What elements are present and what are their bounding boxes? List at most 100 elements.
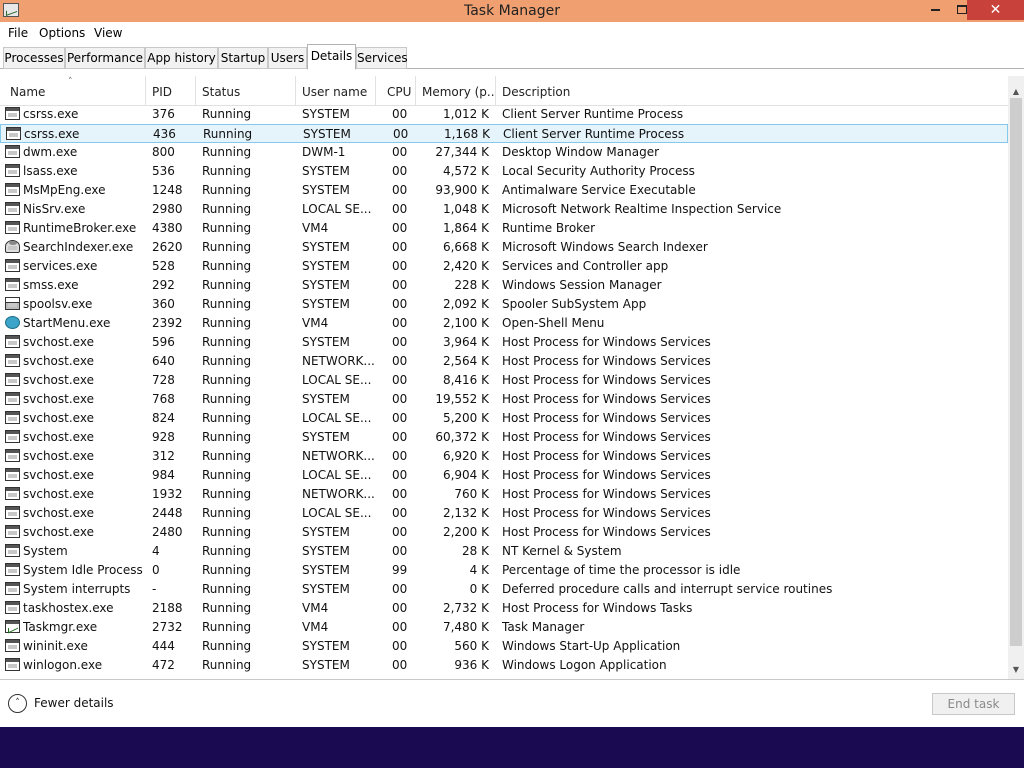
tab-processes[interactable]: Processes [3,47,65,69]
table-row[interactable]: svchost.exe 2448 Running LOCAL SE... 00 2,132… [0,504,1008,523]
process-memory: 936 K [454,658,489,672]
table-row[interactable]: System Idle Process 0 Running SYSTEM 99 4 K Pe… [0,561,1008,580]
process-name: svchost.exe [23,506,94,520]
process-memory: 228 K [454,278,489,292]
table-row[interactable]: System 4 Running SYSTEM 00 28 K NT Kernel & Sy… [0,542,1008,561]
table-row[interactable]: svchost.exe 928 Running SYSTEM 00 60,372 K Hos… [0,428,1008,447]
process-name: wininit.exe [23,639,88,653]
process-name: svchost.exe [23,373,94,387]
process-name: System [23,544,68,558]
process-description: Windows Logon Application [502,658,667,672]
table-row[interactable]: svchost.exe 312 Running NETWORK... 00 6,920 K… [0,447,1008,466]
column-header-cpu[interactable]: CPU [376,76,416,106]
table-row[interactable]: taskhostex.exe 2188 Running VM4 00 2,732 K Hos… [0,599,1008,618]
generic-icon [5,278,20,291]
column-header-pid[interactable]: PID [146,76,196,106]
process-pid: 2980 [152,202,183,216]
tab-startup[interactable]: Startup [218,47,268,69]
column-header-description[interactable]: Description [496,76,1008,106]
tab-performance[interactable]: Performance [65,47,145,69]
table-row[interactable]: MsMpEng.exe 1248 Running SYSTEM 00 93,900 K An… [0,181,1008,200]
table-row[interactable]: wininit.exe 444 Running SYSTEM 00 560 K Window… [0,637,1008,656]
table-row[interactable]: csrss.exe 436 Running SYSTEM 00 1,168 K Client… [0,124,1008,143]
menu-file[interactable]: File [8,26,28,40]
process-pid: 4380 [152,221,183,235]
process-user-name: VM4 [302,221,329,235]
process-cpu: 00 [392,620,408,634]
end-task-button[interactable]: End task [932,693,1015,715]
process-user-name: VM4 [302,601,329,615]
process-cpu: 00 [392,506,408,520]
table-row[interactable]: svchost.exe 596 Running SYSTEM 00 3,964 K Host… [0,333,1008,352]
table-row[interactable]: lsass.exe 536 Running SYSTEM 00 4,572 K Local … [0,162,1008,181]
column-header-user-name[interactable]: User name [296,76,376,106]
fewer-details-link[interactable]: Fewer details [34,696,114,710]
generic-icon [5,601,20,614]
table-row[interactable]: svchost.exe 1932 Running NETWORK... 00 760 K H… [0,485,1008,504]
process-user-name: SYSTEM [302,107,350,121]
table-row[interactable]: spoolsv.exe 360 Running SYSTEM 00 2,092 K Spoo… [0,295,1008,314]
process-description: Microsoft Windows Search Indexer [502,240,708,254]
process-cpu: 00 [392,202,408,216]
chevron-up-icon[interactable]: ˄ [8,694,27,713]
tab-app-history[interactable]: App history [145,47,218,69]
scroll-down-arrow-icon[interactable]: ▼ [1008,662,1024,678]
process-status: Running [202,335,252,349]
menu-view[interactable]: View [94,26,122,40]
table-row[interactable]: Taskmgr.exe 2732 Running VM4 00 7,480 K Task M… [0,618,1008,637]
table-row[interactable]: smss.exe 292 Running SYSTEM 00 228 K Windows S… [0,276,1008,295]
table-row[interactable]: NisSrv.exe 2980 Running LOCAL SE... 00 1,048 … [0,200,1008,219]
process-cpu: 00 [392,392,408,406]
tab-users[interactable]: Users [268,47,307,69]
generic-icon [6,127,21,140]
process-user-name: SYSTEM [302,335,350,349]
table-row[interactable]: svchost.exe 728 Running LOCAL SE... 00 8,416 … [0,371,1008,390]
process-memory: 760 K [454,487,489,501]
process-memory: 6,920 K [442,449,489,463]
vertical-scrollbar[interactable]: ▲ ▼ [1008,76,1024,679]
table-row[interactable]: RuntimeBroker.exe 4380 Running VM4 00 1,864 K… [0,219,1008,238]
printer-icon [5,297,20,310]
table-row[interactable]: svchost.exe 2480 Running SYSTEM 00 2,200 K Hos… [0,523,1008,542]
process-list: csrss.exe 376 Running SYSTEM 00 1,012 K Client… [0,105,1008,675]
generic-icon [5,582,20,595]
table-row[interactable]: csrss.exe 376 Running SYSTEM 00 1,012 K Client… [0,105,1008,124]
minimize-button[interactable] [922,0,948,20]
table-row[interactable]: svchost.exe 640 Running NETWORK... 00 2,564 K… [0,352,1008,371]
process-memory: 1,864 K [442,221,489,235]
process-pid: 536 [152,164,175,178]
task-manager-window: Task Manager ✕ File Options View Process… [0,0,1024,727]
close-button[interactable]: ✕ [967,0,1024,20]
process-memory: 0 K [469,582,489,596]
tab-details[interactable]: Details [307,44,356,70]
process-user-name: DWM-1 [302,145,346,159]
scroll-thumb[interactable] [1010,98,1022,646]
table-row[interactable]: winlogon.exe 472 Running SYSTEM 00 936 K Windo… [0,656,1008,675]
table-row[interactable]: svchost.exe 984 Running LOCAL SE... 00 6,904 … [0,466,1008,485]
process-user-name: SYSTEM [302,259,350,273]
column-header-name[interactable]: ˄ Name [0,76,146,106]
tab-services[interactable]: Services [356,47,408,69]
table-row[interactable]: services.exe 528 Running SYSTEM 00 2,420 K Ser… [0,257,1008,276]
table-row[interactable]: svchost.exe 824 Running LOCAL SE... 00 5,200 … [0,409,1008,428]
process-cpu: 00 [392,430,408,444]
column-header-memory[interactable]: Memory (p... [416,76,496,106]
process-cpu: 00 [392,658,408,672]
table-row[interactable]: System interrupts - Running SYSTEM 00 0 K Defe… [0,580,1008,599]
process-user-name: SYSTEM [302,183,350,197]
table-row[interactable]: dwm.exe 800 Running DWM-1 00 27,344 K Desktop … [0,143,1008,162]
column-header-status[interactable]: Status [196,76,296,106]
process-status: Running [202,259,252,273]
generic-icon [5,468,20,481]
process-status: Running [202,164,252,178]
menu-bar: File Options View [0,22,1024,44]
table-row[interactable]: svchost.exe 768 Running SYSTEM 00 19,552 K Hos… [0,390,1008,409]
menu-options[interactable]: Options [39,26,85,40]
table-row[interactable]: SearchIndexer.exe 2620 Running SYSTEM 00 6,66… [0,238,1008,257]
process-pid: 0 [152,563,160,577]
title-bar[interactable]: Task Manager ✕ [0,0,1024,22]
process-user-name: NETWORK... [302,449,374,463]
process-cpu: 00 [392,639,408,653]
process-name: svchost.exe [23,487,94,501]
table-row[interactable]: StartMenu.exe 2392 Running VM4 00 2,100 K Open… [0,314,1008,333]
